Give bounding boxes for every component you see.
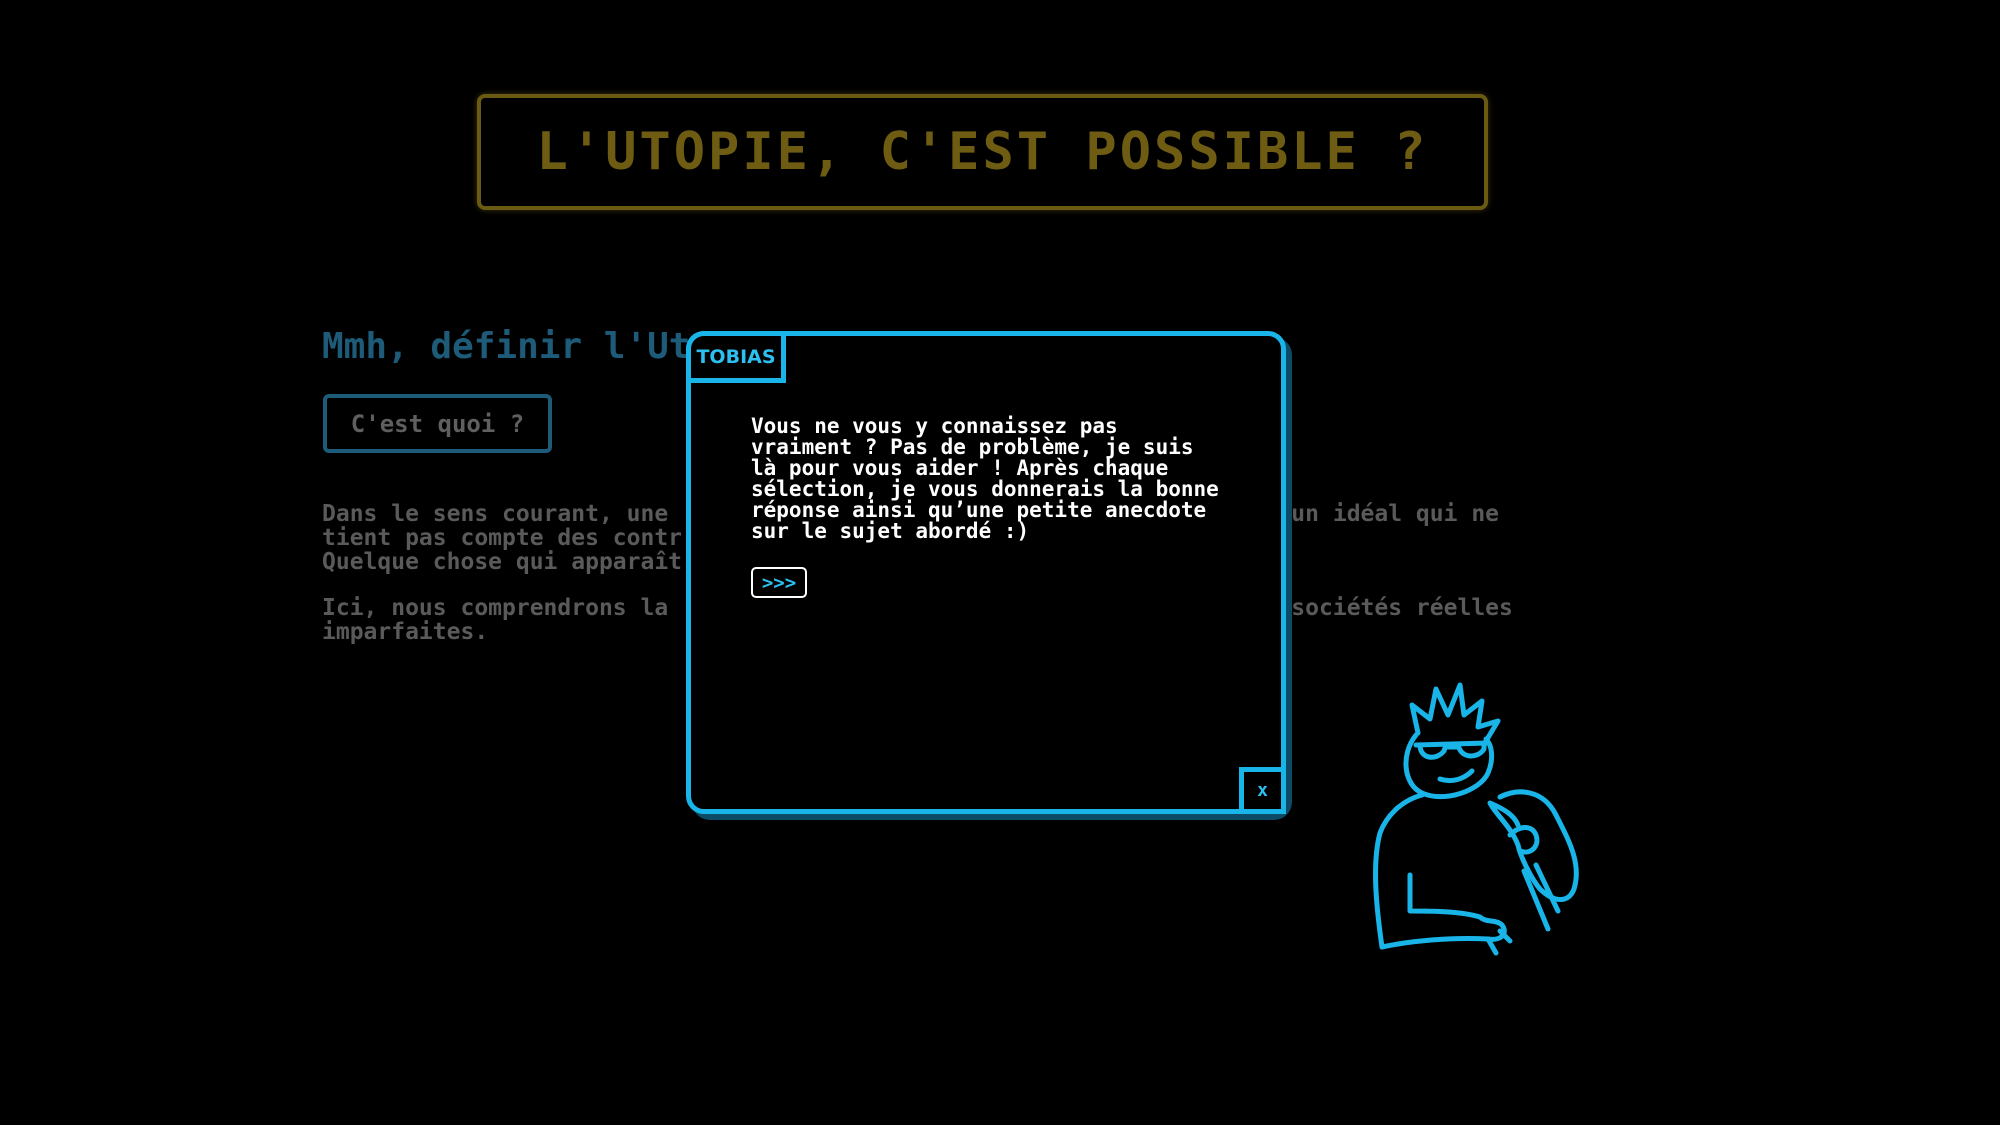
section-heading: Mmh, définir l'Ut [322, 326, 691, 367]
next-button[interactable]: >>> [751, 567, 807, 598]
title-banner: L'UTOPIE, C'EST POSSIBLE ? [477, 94, 1488, 210]
page-stage: L'UTOPIE, C'EST POSSIBLE ? Mmh, définir … [0, 0, 2000, 1125]
what-is-it-button[interactable]: C'est quoi ? [323, 394, 552, 453]
page-title: L'UTOPIE, C'EST POSSIBLE ? [536, 122, 1429, 182]
tobias-dialog: TOBIAS Vous ne vous y connaissez pas vra… [686, 331, 1286, 814]
dialog-message: Vous ne vous y connaissez pas vraiment ?… [751, 414, 1219, 543]
tobias-character-icon [1373, 682, 1579, 956]
close-dialog-button[interactable]: x [1239, 767, 1286, 814]
speaker-name-tab: TOBIAS [686, 331, 786, 383]
